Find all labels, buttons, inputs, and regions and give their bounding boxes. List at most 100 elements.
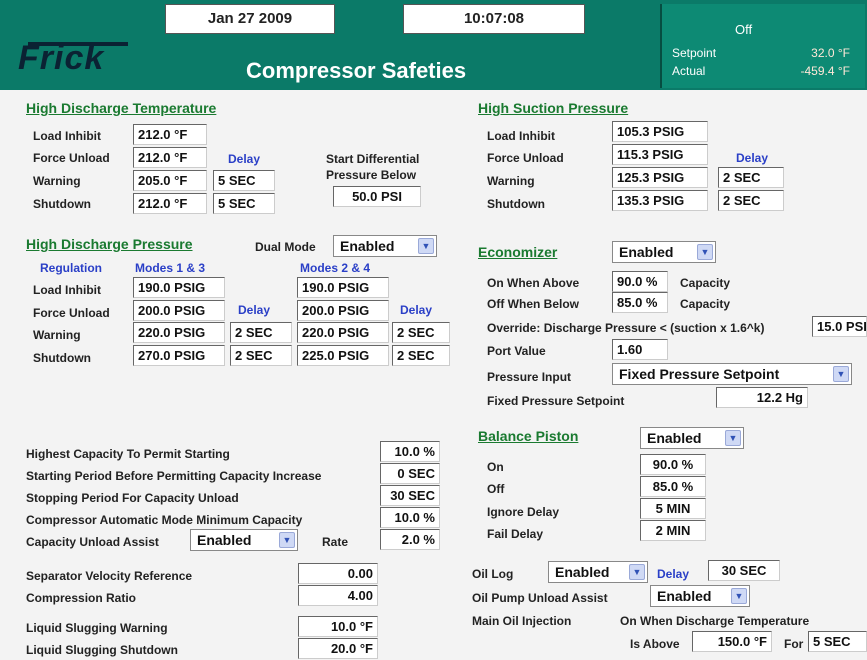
chevron-down-icon[interactable]: ▼	[418, 238, 434, 254]
start-diff-label-line2: Pressure Below	[326, 168, 417, 182]
econ-port-value-field[interactable]: 1.60	[612, 339, 668, 360]
hdp-m24-warning-delay-field[interactable]: 2 SEC	[392, 322, 450, 343]
hdt-shutdown-delay-field[interactable]: 5 SEC	[213, 193, 275, 214]
balance-piston-dropdown[interactable]: Enabled ▼	[640, 427, 744, 449]
oil-pump-unload-dropdown[interactable]: Enabled ▼	[650, 585, 750, 607]
oil-log-state: Enabled	[555, 564, 610, 580]
hdt-force-unload-field[interactable]: 212.0 °F	[133, 147, 207, 168]
economizer-dropdown[interactable]: Enabled ▼	[612, 241, 716, 263]
econ-off-below-field[interactable]: 85.0 %	[612, 292, 668, 313]
econ-pressure-input-label: Pressure Input	[487, 370, 572, 384]
stopping-period-field[interactable]: 30 SEC	[380, 485, 440, 506]
hdp-m24-shutdown-delay-field[interactable]: 2 SEC	[392, 345, 450, 366]
logo-text: Frick	[18, 39, 105, 77]
hsp-load-inhibit-field[interactable]: 105.3 PSIG	[612, 121, 708, 142]
start-diff-field[interactable]: 50.0 PSI	[333, 186, 421, 207]
bp-ignore-delay-field[interactable]: 5 MIN	[640, 498, 706, 519]
hdp-warning-label: Warning	[33, 328, 81, 342]
econ-on-above-field[interactable]: 90.0 %	[612, 271, 668, 292]
hdp-m24-load-inhibit-field[interactable]: 190.0 PSIG	[297, 277, 389, 298]
chevron-down-icon[interactable]: ▼	[697, 244, 713, 260]
injection-description: On When Discharge Temperature	[620, 614, 810, 628]
hdt-load-inhibit-field[interactable]: 212.0 °F	[133, 124, 207, 145]
oil-pump-unload-state: Enabled	[657, 588, 712, 604]
chevron-down-icon[interactable]: ▼	[725, 430, 741, 446]
starting-period-field[interactable]: 0 SEC	[380, 463, 440, 484]
econ-override-label: Override: Discharge Pressure < (suction …	[487, 321, 765, 335]
econ-override-field[interactable]: 15.0 PSI	[812, 316, 867, 337]
econ-fixed-setpoint-label: Fixed Pressure Setpoint	[487, 394, 625, 408]
bp-fail-delay-field[interactable]: 2 MIN	[640, 520, 706, 541]
page-title: Compressor Safeties	[246, 58, 467, 83]
hdp-force-unload-label: Force Unload	[33, 306, 110, 320]
hdp-m13-delay-label: Delay	[238, 303, 271, 317]
highest-capacity-field[interactable]: 10.0 %	[380, 441, 440, 462]
hsp-delay-label: Delay	[736, 151, 769, 165]
hdt-shutdown-field[interactable]: 212.0 °F	[133, 193, 207, 214]
slugging-warning-field[interactable]: 10.0 °F	[298, 616, 378, 637]
bp-fail-delay-label: Fail Delay	[487, 527, 544, 541]
slugging-warning-label: Liquid Slugging Warning	[26, 621, 168, 635]
hdp-m13-force-unload-field[interactable]: 200.0 PSIG	[133, 300, 225, 321]
actual-label: Actual	[672, 64, 706, 78]
hsp-section-title: High Suction Pressure	[478, 100, 629, 116]
economizer-section-title: Economizer	[478, 244, 558, 260]
rate-field[interactable]: 2.0 %	[380, 529, 440, 550]
hdp-m13-shutdown-delay-field[interactable]: 2 SEC	[230, 345, 292, 366]
hdp-m13-load-inhibit-field[interactable]: 190.0 PSIG	[133, 277, 225, 298]
for-label: For	[784, 637, 804, 651]
chevron-down-icon[interactable]: ▼	[833, 366, 849, 382]
slugging-shutdown-field[interactable]: 20.0 °F	[298, 638, 378, 659]
hdp-m13-shutdown-field[interactable]: 270.0 PSIG	[133, 345, 225, 366]
hdp-m24-shutdown-field[interactable]: 225.0 PSIG	[297, 345, 389, 366]
capacity-unload-assist-dropdown[interactable]: Enabled ▼	[190, 529, 298, 551]
econ-off-below-label: Off When Below	[487, 297, 579, 311]
bp-ignore-delay-label: Ignore Delay	[487, 505, 560, 519]
hdp-m13-warning-field[interactable]: 220.0 PSIG	[133, 322, 225, 343]
hdt-warning-field[interactable]: 205.0 °F	[133, 170, 207, 191]
hsp-warning-label: Warning	[487, 174, 535, 188]
pressure-input-value: Fixed Pressure Setpoint	[619, 366, 780, 382]
auto-min-capacity-field[interactable]: 10.0 %	[380, 507, 440, 528]
hdp-m13-warning-delay-field[interactable]: 2 SEC	[230, 322, 292, 343]
for-field[interactable]: 5 SEC	[808, 631, 867, 652]
hdp-m24-force-unload-field[interactable]: 200.0 PSIG	[297, 300, 389, 321]
hdt-warning-delay-field[interactable]: 5 SEC	[213, 170, 275, 191]
hsp-shutdown-delay-field[interactable]: 2 SEC	[718, 190, 784, 211]
capacity-unload-assist-value: Enabled	[197, 532, 252, 548]
hdp-m24-warning-field[interactable]: 220.0 PSIG	[297, 322, 389, 343]
status-text: Off	[735, 22, 753, 37]
pressure-input-dropdown[interactable]: Fixed Pressure Setpoint ▼	[612, 363, 852, 385]
starting-period-label: Starting Period Before Permitting Capaci…	[26, 469, 322, 483]
separator-velocity-field[interactable]: 0.00	[298, 563, 378, 584]
compressor-safeties-screen: Jan 27 2009 10:07:08 Frick Compressor Sa…	[0, 0, 867, 660]
chevron-down-icon[interactable]: ▼	[629, 564, 645, 580]
hdt-load-inhibit-label: Load Inhibit	[33, 129, 101, 143]
bp-on-field[interactable]: 90.0 %	[640, 454, 706, 475]
date-display: Jan 27 2009	[165, 4, 335, 34]
bp-off-label: Off	[487, 482, 505, 496]
main-oil-injection-label: Main Oil Injection	[472, 614, 572, 628]
compression-ratio-field[interactable]: 4.00	[298, 585, 378, 606]
econ-fixed-setpoint-field[interactable]: 12.2 Hg	[716, 387, 808, 408]
bp-off-field[interactable]: 85.0 %	[640, 476, 706, 497]
hsp-force-unload-field[interactable]: 115.3 PSIG	[612, 144, 708, 165]
oil-log-dropdown[interactable]: Enabled ▼	[548, 561, 648, 583]
hdt-force-unload-label: Force Unload	[33, 151, 110, 165]
oil-log-delay-field[interactable]: 30 SEC	[708, 560, 780, 581]
hsp-warning-delay-field[interactable]: 2 SEC	[718, 167, 784, 188]
econ-port-value-label: Port Value	[487, 344, 546, 358]
chevron-down-icon[interactable]: ▼	[731, 588, 747, 604]
time-display: 10:07:08	[403, 4, 585, 34]
is-above-field[interactable]: 150.0 °F	[692, 631, 772, 652]
setpoint-label: Setpoint	[672, 46, 717, 60]
balance-piston-state: Enabled	[647, 430, 702, 446]
hsp-warning-field[interactable]: 125.3 PSIG	[612, 167, 708, 188]
hdt-shutdown-label: Shutdown	[33, 197, 91, 211]
econ-off-capacity-label: Capacity	[680, 297, 731, 311]
modes-1-3-label: Modes 1 & 3	[135, 261, 206, 275]
chevron-down-icon[interactable]: ▼	[279, 532, 295, 548]
economizer-state: Enabled	[619, 244, 674, 260]
dual-mode-dropdown[interactable]: Enabled ▼	[333, 235, 437, 257]
hsp-shutdown-field[interactable]: 135.3 PSIG	[612, 190, 708, 211]
